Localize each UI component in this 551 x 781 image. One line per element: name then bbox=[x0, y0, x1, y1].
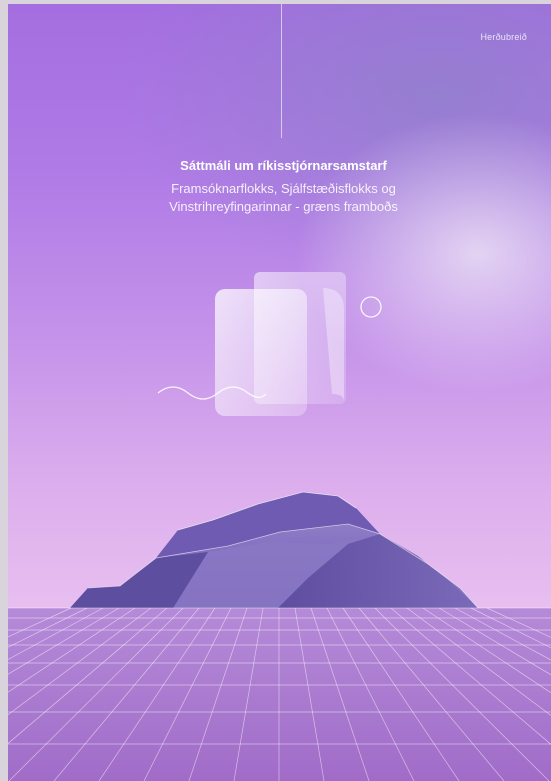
document-pages-icon bbox=[215, 272, 346, 416]
grid-floor bbox=[8, 607, 551, 781]
cover-illustration bbox=[8, 272, 551, 781]
cover-page: Herðubreið Sáttmáli um ríkisstjórnarsams… bbox=[8, 4, 551, 781]
mountain-illustration bbox=[70, 491, 479, 609]
circle-outline-icon bbox=[360, 296, 382, 318]
